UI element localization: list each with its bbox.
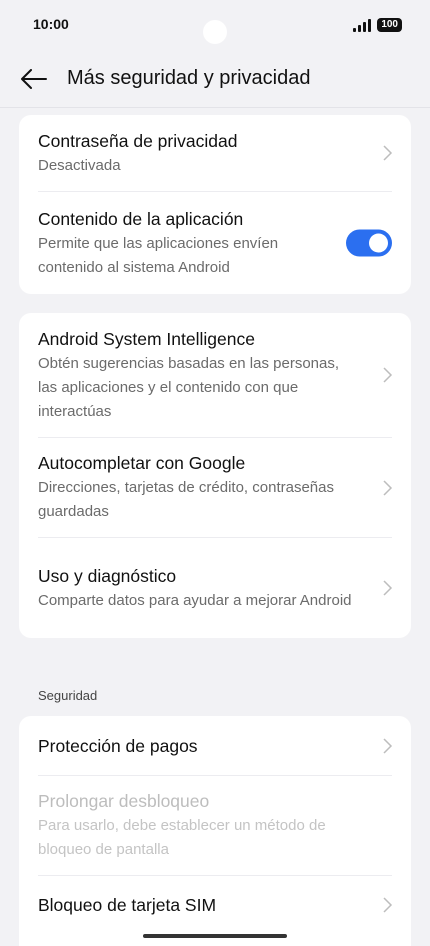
extend-unlock-item: Prolongar desbloqueo Para usarlo, debe e… bbox=[38, 776, 392, 876]
status-icons: 100 bbox=[353, 18, 402, 32]
item-title: Contenido de la aplicación bbox=[38, 208, 244, 229]
services-card: Android System Intelligence Obtén sugere… bbox=[19, 313, 411, 638]
item-title: Prolongar desbloqueo bbox=[38, 791, 210, 811]
app-content-toggle[interactable] bbox=[346, 229, 392, 257]
item-title: Android System Intelligence bbox=[38, 328, 255, 349]
autofill-google-item[interactable]: Autocompletar con Google Direcciones, ta… bbox=[38, 438, 393, 538]
item-title: Autocompletar con Google bbox=[38, 453, 246, 473]
item-title: Bloqueo de tarjeta SIM bbox=[38, 895, 217, 915]
back-arrow-icon bbox=[21, 68, 47, 89]
app-content-item[interactable]: Contenido de la aplicación Permite que l… bbox=[38, 192, 392, 294]
item-subtitle: Permite que las aplicaciones envíen cont… bbox=[38, 234, 279, 276]
android-system-intelligence-item[interactable]: Android System Intelligence Obtén sugere… bbox=[38, 313, 393, 438]
chevron-right-icon bbox=[383, 145, 393, 161]
chevron-right-icon bbox=[383, 479, 393, 496]
item-title: Uso y diagnóstico bbox=[38, 565, 177, 586]
status-time: 10:00 bbox=[33, 16, 69, 32]
battery-icon: 100 bbox=[377, 18, 402, 32]
item-subtitle: Direcciones, tarjetas de crédito, contra… bbox=[38, 479, 334, 520]
sim-lock-item[interactable]: Bloqueo de tarjeta SIM bbox=[38, 876, 393, 934]
privacy-password-item[interactable]: Contraseña de privacidad Desactivada bbox=[38, 115, 393, 192]
usage-diagnostics-item[interactable]: Uso y diagnóstico Comparte datos para ay… bbox=[38, 538, 393, 638]
payment-protection-item[interactable]: Protección de pagos bbox=[38, 716, 393, 776]
chevron-right-icon bbox=[383, 897, 393, 913]
item-subtitle: Comparte datos para ayudar a mejorar And… bbox=[38, 591, 352, 609]
item-subtitle: Desactivada bbox=[38, 156, 121, 174]
privacy-card: Contraseña de privacidad Desactivada Con… bbox=[19, 115, 411, 294]
item-subtitle: Para usarlo, debe establecer un método d… bbox=[38, 817, 326, 858]
app-bar: Más seguridad y privacidad bbox=[0, 50, 430, 108]
chevron-right-icon bbox=[383, 737, 393, 754]
chevron-right-icon bbox=[383, 580, 393, 596]
signal-icon bbox=[353, 18, 372, 32]
section-label-security: Seguridad bbox=[38, 688, 98, 703]
front-camera bbox=[203, 20, 227, 44]
item-title: Contraseña de privacidad bbox=[38, 130, 238, 151]
home-indicator[interactable] bbox=[143, 934, 287, 938]
status-bar: 10:00 100 bbox=[0, 0, 430, 50]
security-card: Protección de pagos Prolongar desbloqueo… bbox=[19, 716, 411, 946]
back-button[interactable] bbox=[20, 65, 48, 93]
item-subtitle: Obtén sugerencias basadas en las persona… bbox=[38, 354, 340, 420]
chevron-right-icon bbox=[383, 367, 393, 383]
page-title: Más seguridad y privacidad bbox=[67, 67, 311, 89]
item-title: Protección de pagos bbox=[38, 735, 198, 756]
